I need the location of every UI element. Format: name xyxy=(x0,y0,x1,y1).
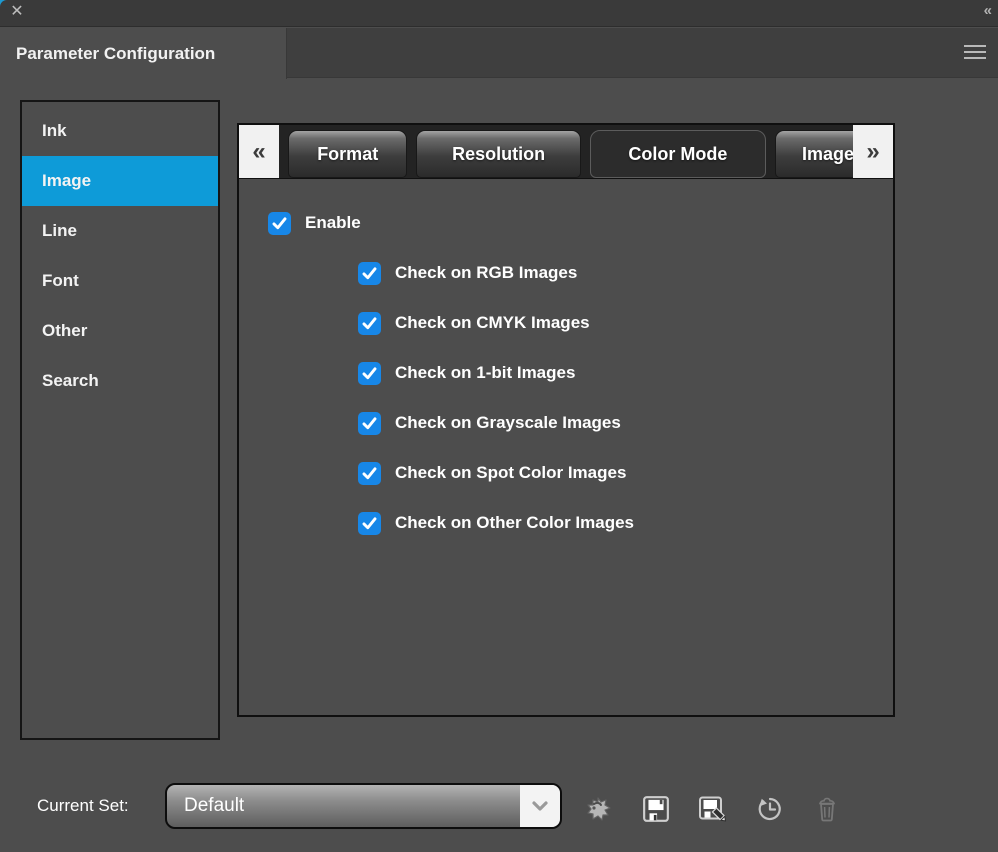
history-clock-icon xyxy=(756,795,784,823)
enable-row: Enable xyxy=(268,211,893,235)
parameter-configuration-panel: ✕ « Parameter Configuration Ink Image Li… xyxy=(0,0,998,852)
option-label: Check on Spot Color Images xyxy=(395,463,626,483)
sidebar-item-search[interactable]: Search xyxy=(22,356,218,406)
enable-label: Enable xyxy=(305,213,361,233)
checkmark-icon xyxy=(361,515,378,532)
checkmark-icon xyxy=(361,265,378,282)
set-toolbar xyxy=(583,788,843,830)
option-label: Check on 1-bit Images xyxy=(395,363,575,383)
option-label: Check on RGB Images xyxy=(395,263,577,283)
cmyk-images-checkbox[interactable] xyxy=(358,312,381,335)
current-set-dropdown[interactable]: Default xyxy=(165,783,562,829)
option-row: Check on CMYK Images xyxy=(358,311,893,335)
tab-resolution[interactable]: Resolution xyxy=(416,130,580,178)
other-color-images-checkbox[interactable] xyxy=(358,512,381,535)
rgb-images-checkbox[interactable] xyxy=(358,262,381,285)
checkmark-icon xyxy=(361,365,378,382)
one-bit-images-checkbox[interactable] xyxy=(358,362,381,385)
option-row: Check on RGB Images xyxy=(358,261,893,285)
tab-format[interactable]: Format xyxy=(288,130,407,178)
option-label: Check on Grayscale Images xyxy=(395,413,621,433)
tab-scroll-right-button[interactable]: » xyxy=(853,125,893,178)
option-label: Check on CMYK Images xyxy=(395,313,590,333)
new-set-button[interactable] xyxy=(583,790,615,828)
window-title-bar: ✕ « xyxy=(0,0,998,27)
checkmark-icon xyxy=(361,465,378,482)
settings-panel: « Format Resolution Color Mode Image » E… xyxy=(237,123,895,717)
close-icon[interactable]: ✕ xyxy=(8,3,26,21)
panel-menu-icon[interactable] xyxy=(964,45,986,61)
option-row: Check on Other Color Images xyxy=(358,511,893,535)
sidebar-item-other[interactable]: Other xyxy=(22,306,218,356)
checkmark-icon xyxy=(361,415,378,432)
grayscale-images-checkbox[interactable] xyxy=(358,412,381,435)
save-set-as-button[interactable] xyxy=(697,790,729,828)
tab-color-mode[interactable]: Color Mode xyxy=(590,130,766,178)
option-row: Check on Grayscale Images xyxy=(358,411,893,435)
tab-strip: « Format Resolution Color Mode Image » xyxy=(239,125,893,179)
spot-color-images-checkbox[interactable] xyxy=(358,462,381,485)
enable-checkbox[interactable] xyxy=(268,212,291,235)
checkmark-icon xyxy=(361,315,378,332)
panel-tab-row: Parameter Configuration xyxy=(0,28,998,78)
option-row: Check on 1-bit Images xyxy=(358,361,893,385)
sidebar-item-ink[interactable]: Ink xyxy=(22,106,218,156)
new-set-icon xyxy=(585,794,613,824)
sidebar-item-line[interactable]: Line xyxy=(22,206,218,256)
collapse-panel-icon[interactable]: « xyxy=(984,2,990,19)
sidebar-item-font[interactable]: Font xyxy=(22,256,218,306)
current-set-label: Current Set: xyxy=(37,796,129,816)
tab-scroll-left-button[interactable]: « xyxy=(239,125,279,178)
checkmark-icon xyxy=(271,215,288,232)
option-label: Check on Other Color Images xyxy=(395,513,634,533)
save-set-as-icon xyxy=(698,795,728,824)
panel-title-tab[interactable]: Parameter Configuration xyxy=(0,28,287,79)
category-list: Ink Image Line Font Other Search xyxy=(20,100,220,740)
chevron-down-icon xyxy=(520,785,560,827)
restore-history-button[interactable] xyxy=(754,790,786,828)
panel-title: Parameter Configuration xyxy=(16,44,215,64)
trash-icon xyxy=(816,796,838,822)
delete-set-button[interactable] xyxy=(811,790,843,828)
save-set-icon xyxy=(642,795,670,823)
current-set-value: Default xyxy=(167,795,520,817)
color-mode-settings: Enable Check on RGB Images Check on CMYK… xyxy=(239,179,893,535)
option-row: Check on Spot Color Images xyxy=(358,461,893,485)
sidebar-item-image[interactable]: Image xyxy=(22,156,218,206)
save-set-button[interactable] xyxy=(640,790,672,828)
